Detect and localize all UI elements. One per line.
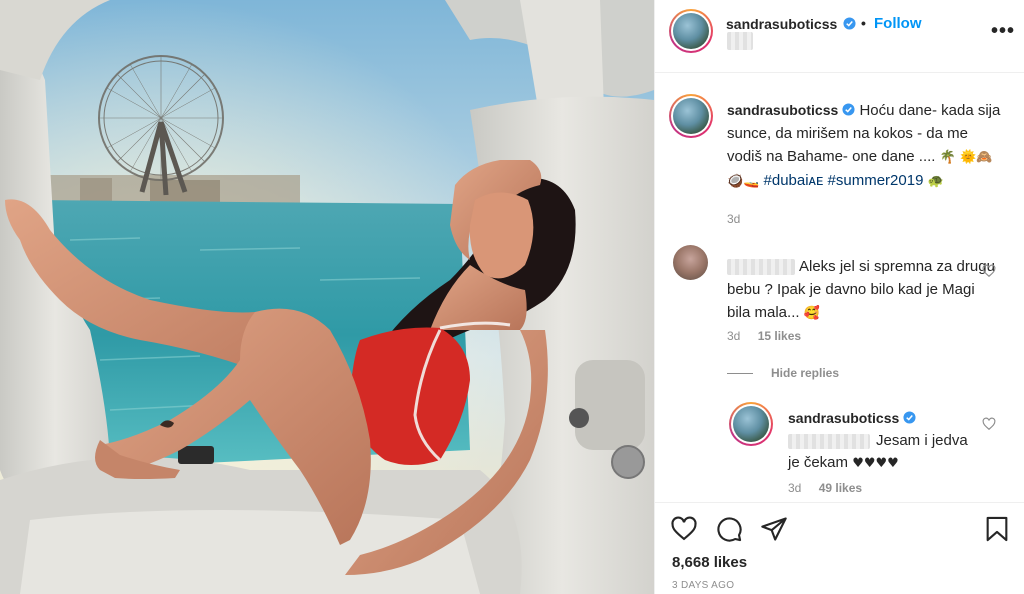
avatar-image <box>673 98 709 134</box>
avatar-ring <box>731 404 771 444</box>
comment-likes[interactable]: 15 likes <box>758 329 801 343</box>
commenter-username-blurred[interactable] <box>727 259 795 276</box>
verified-badge-icon <box>903 411 916 424</box>
post-actions: 8,668 likes 3 DAYS AGO <box>655 502 1024 594</box>
post-photo[interactable] <box>0 0 654 594</box>
caption-username[interactable]: sandrasuboticss <box>727 102 838 118</box>
instagram-post: sandrasuboticss • Follow ••• sandrasubot… <box>0 0 1024 594</box>
post-sidebar: sandrasuboticss • Follow ••• sandrasubot… <box>654 0 1024 594</box>
avatar-ring <box>671 96 711 136</box>
caption-timestamp[interactable]: 3d <box>727 212 740 226</box>
header-separator: • <box>861 15 866 31</box>
hashtag-dubai[interactable]: #dubaiᴀᴇ <box>764 172 824 189</box>
black-hearts-emoji: ♥♥♥♥ <box>852 456 899 471</box>
reply-username[interactable]: sandrasuboticss <box>788 410 899 426</box>
avatar-image <box>733 406 769 442</box>
avatar-image <box>673 13 709 49</box>
location-blurred[interactable] <box>727 32 753 50</box>
comment-meta: 3d 15 likes <box>727 329 815 343</box>
more-options-icon[interactable]: ••• <box>991 20 1015 43</box>
comment-text: Aleks jel si spremna za drugu bebu ? Ipa… <box>727 255 997 325</box>
verified-badge-icon <box>842 103 855 116</box>
post-header: sandrasuboticss • Follow ••• <box>655 0 1024 73</box>
follow-button[interactable]: Follow <box>874 15 922 32</box>
reply-meta: 3d 49 likes <box>788 481 876 495</box>
post-date[interactable]: 3 DAYS AGO <box>672 580 734 591</box>
hide-replies-button[interactable]: Hide replies <box>771 366 839 380</box>
share-icon[interactable] <box>760 515 788 543</box>
hashtag-summer2019[interactable]: #summer2019 <box>828 172 924 189</box>
palm-tree-emoji: 🌴 <box>939 150 956 165</box>
save-bookmark-icon[interactable] <box>983 515 1011 543</box>
comments-section[interactable]: sandrasuboticss Hoću dane- kada sija sun… <box>655 74 1024 502</box>
hide-replies-divider <box>727 373 753 374</box>
smiling-hearts-emoji: 🥰 <box>803 306 820 321</box>
avatar-ring <box>671 11 711 51</box>
reply-timestamp[interactable]: 3d <box>788 481 801 495</box>
like-heart-icon[interactable] <box>670 515 698 543</box>
caption-avatar[interactable] <box>669 94 713 138</box>
header-username[interactable]: sandrasuboticss <box>726 16 837 32</box>
turtle-emoji: 🐢 <box>927 174 944 189</box>
mention-blurred[interactable] <box>788 433 870 449</box>
reply-likes[interactable]: 49 likes <box>819 481 862 495</box>
comment-like-heart-icon[interactable] <box>982 264 996 278</box>
post-likes-count[interactable]: 8,668 likes <box>672 554 747 571</box>
verified-badge-icon <box>843 17 856 30</box>
reply-like-heart-icon[interactable] <box>982 417 996 431</box>
caption-text: sandrasuboticss Hoću dane- kada sija sun… <box>727 99 1002 193</box>
comment-icon[interactable] <box>715 515 743 543</box>
reply-text: sandrasuboticss Jesam i jedva je čekam ♥… <box>788 407 978 475</box>
reply-avatar[interactable] <box>729 402 773 446</box>
beach-photo-illustration <box>0 0 654 594</box>
comment-timestamp[interactable]: 3d <box>727 329 740 343</box>
profile-avatar[interactable] <box>669 9 713 53</box>
commenter-avatar[interactable] <box>673 245 708 280</box>
